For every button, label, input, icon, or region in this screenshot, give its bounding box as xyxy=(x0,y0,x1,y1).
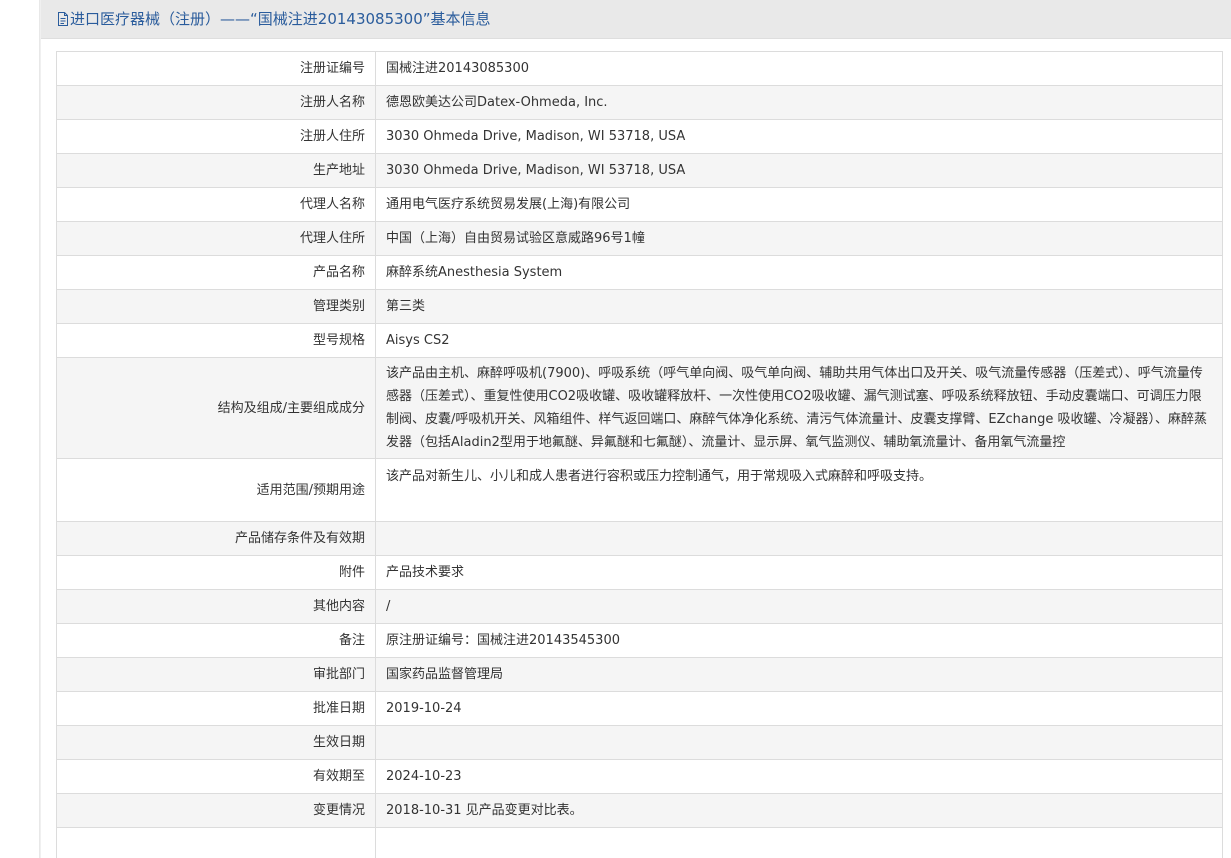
row-label: 附件 xyxy=(56,555,376,590)
row-label: 生产地址 xyxy=(56,153,376,188)
table-row: 生效日期 xyxy=(56,725,1223,760)
page-title-wrap: 进口医疗器械（注册）——“国械注进20143085300”基本信息 xyxy=(57,10,491,31)
row-value: 该产品由主机、麻醉呼吸机(7900)、呼吸系统（呼气单向阀、吸气单向阀、辅助共用… xyxy=(375,357,1223,459)
row-value: 3030 Ohmeda Drive, Madison, WI 53718, US… xyxy=(375,153,1223,188)
table-row xyxy=(56,827,1223,858)
row-value: 通用电气医疗系统贸易发展(上海)有限公司 xyxy=(375,187,1223,222)
row-value: 原注册证编号：国械注进20143545300 xyxy=(375,623,1223,658)
row-value: 2018-10-31 见产品变更对比表。 xyxy=(375,793,1223,828)
row-label: 其他内容 xyxy=(56,589,376,624)
table-row: 适用范围/预期用途 该产品对新生儿、小儿和成人患者进行容积或压力控制通气，用于常… xyxy=(56,458,1223,522)
row-label: 有效期至 xyxy=(56,759,376,794)
table-row: 注册人名称 德恩欧美达公司Datex-Ohmeda, Inc. xyxy=(56,85,1223,120)
row-label: 管理类别 xyxy=(56,289,376,324)
table-row: 批准日期 2019-10-24 xyxy=(56,691,1223,726)
row-value: 麻醉系统Anesthesia System xyxy=(375,255,1223,290)
row-value xyxy=(375,827,1223,858)
table-row: 附件 产品技术要求 xyxy=(56,555,1223,590)
page-title: 进口医疗器械（注册）——“国械注进20143085300”基本信息 xyxy=(70,10,491,28)
row-label: 注册证编号 xyxy=(56,51,376,86)
row-label: 注册人住所 xyxy=(56,119,376,154)
row-value xyxy=(375,521,1223,556)
row-value: 国械注进20143085300 xyxy=(375,51,1223,86)
row-label: 产品储存条件及有效期 xyxy=(56,521,376,556)
row-value: 3030 Ohmeda Drive, Madison, WI 53718, US… xyxy=(375,119,1223,154)
row-value: 2024-10-23 xyxy=(375,759,1223,794)
table-row: 代理人名称 通用电气医疗系统贸易发展(上海)有限公司 xyxy=(56,187,1223,222)
row-label: 生效日期 xyxy=(56,725,376,760)
row-label xyxy=(56,827,376,858)
row-value: 产品技术要求 xyxy=(375,555,1223,590)
table-row: 代理人住所 中国（上海）自由贸易试验区意威路96号1幢 xyxy=(56,221,1223,256)
table-row: 生产地址 3030 Ohmeda Drive, Madison, WI 5371… xyxy=(56,153,1223,188)
row-value: 德恩欧美达公司Datex-Ohmeda, Inc. xyxy=(375,85,1223,120)
page-header: 进口医疗器械（注册）——“国械注进20143085300”基本信息 xyxy=(41,0,1231,39)
row-label: 注册人名称 xyxy=(56,85,376,120)
row-label: 批准日期 xyxy=(56,691,376,726)
page: 进口医疗器械（注册）——“国械注进20143085300”基本信息 注册证编号 … xyxy=(0,0,1231,858)
row-label: 代理人名称 xyxy=(56,187,376,222)
table-row: 产品名称 麻醉系统Anesthesia System xyxy=(56,255,1223,290)
row-label: 产品名称 xyxy=(56,255,376,290)
info-table-container: 注册证编号 国械注进20143085300 注册人名称 德恩欧美达公司Datex… xyxy=(56,51,1223,858)
row-value: 中国（上海）自由贸易试验区意威路96号1幢 xyxy=(375,221,1223,256)
row-value: / xyxy=(375,589,1223,624)
table-row: 注册证编号 国械注进20143085300 xyxy=(56,51,1223,86)
row-value: Aisys CS2 xyxy=(375,323,1223,358)
table-row: 备注 原注册证编号：国械注进20143545300 xyxy=(56,623,1223,658)
row-label: 代理人住所 xyxy=(56,221,376,256)
table-row: 产品储存条件及有效期 xyxy=(56,521,1223,556)
row-label: 结构及组成/主要组成成分 xyxy=(56,357,376,459)
table-row: 管理类别 第三类 xyxy=(56,289,1223,324)
row-value: 该产品对新生儿、小儿和成人患者进行容积或压力控制通气，用于常规吸入式麻醉和呼吸支… xyxy=(375,458,1223,522)
table-row: 结构及组成/主要组成成分 该产品由主机、麻醉呼吸机(7900)、呼吸系统（呼气单… xyxy=(56,357,1223,459)
row-value xyxy=(375,725,1223,760)
table-row: 型号规格 Aisys CS2 xyxy=(56,323,1223,358)
row-label: 审批部门 xyxy=(56,657,376,692)
row-value: 2019-10-24 xyxy=(375,691,1223,726)
left-divider xyxy=(39,0,41,858)
table-row: 变更情况 2018-10-31 见产品变更对比表。 xyxy=(56,793,1223,828)
document-icon xyxy=(57,12,69,31)
row-value: 第三类 xyxy=(375,289,1223,324)
row-value: 国家药品监督管理局 xyxy=(375,657,1223,692)
table-row: 有效期至 2024-10-23 xyxy=(56,759,1223,794)
row-label: 备注 xyxy=(56,623,376,658)
info-table: 注册证编号 国械注进20143085300 注册人名称 德恩欧美达公司Datex… xyxy=(56,51,1223,858)
row-label: 型号规格 xyxy=(56,323,376,358)
table-row: 注册人住所 3030 Ohmeda Drive, Madison, WI 537… xyxy=(56,119,1223,154)
row-label: 适用范围/预期用途 xyxy=(56,458,376,522)
row-label: 变更情况 xyxy=(56,793,376,828)
table-row: 审批部门 国家药品监督管理局 xyxy=(56,657,1223,692)
table-row: 其他内容 / xyxy=(56,589,1223,624)
